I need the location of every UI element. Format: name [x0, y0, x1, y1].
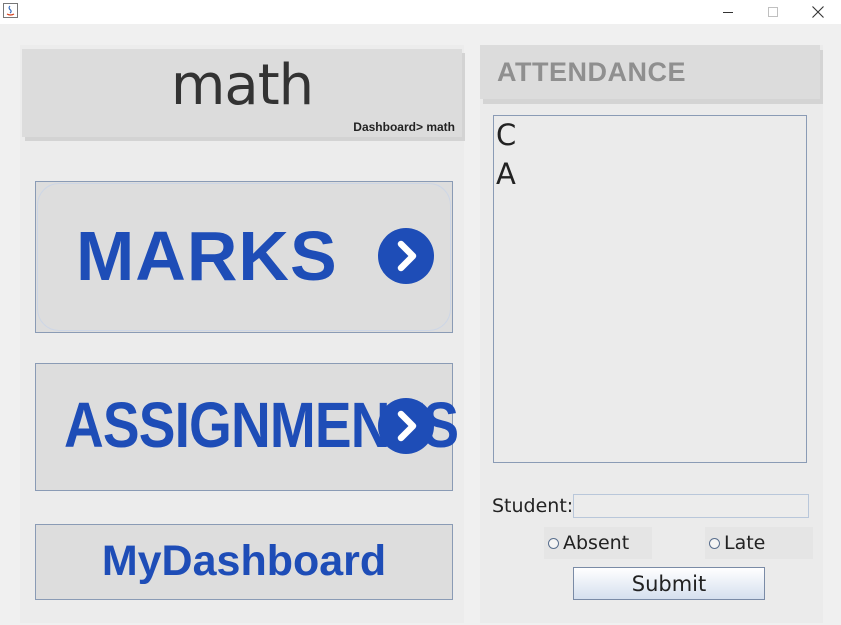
radio-circle-icon: [709, 537, 720, 549]
chevron-right-icon: [378, 228, 434, 284]
marks-button-label: MARKS: [76, 217, 338, 295]
late-radio[interactable]: Late: [705, 527, 813, 559]
assignments-button[interactable]: ASSIGNMENTS: [35, 363, 459, 491]
marks-button[interactable]: MARKS: [35, 181, 453, 333]
course-header: math Dashboard> math: [22, 49, 462, 137]
java-app-icon: [3, 3, 18, 18]
page-title: math: [170, 53, 314, 118]
course-panel: math Dashboard> math MARKS ASSIGNMENTS M…: [20, 45, 464, 623]
attendance-header: ATTENDANCE: [480, 45, 820, 99]
list-item[interactable]: A: [496, 157, 516, 191]
my-dashboard-button[interactable]: MyDashboard: [35, 524, 453, 600]
close-icon: [812, 6, 824, 18]
late-label: Late: [724, 532, 766, 554]
list-item[interactable]: C: [496, 118, 516, 152]
my-dashboard-button-label: MyDashboard: [101, 537, 387, 585]
close-button[interactable]: [795, 0, 841, 24]
absent-radio[interactable]: Absent: [544, 527, 652, 559]
attendance-title: ATTENDANCE: [497, 57, 686, 87]
submit-button[interactable]: Submit: [573, 567, 765, 600]
minimize-icon: [722, 11, 733, 13]
minimize-button[interactable]: [705, 0, 751, 24]
breadcrumb: Dashboard> math: [353, 120, 455, 134]
student-label: Student:: [492, 495, 574, 517]
absent-label: Absent: [563, 532, 630, 554]
maximize-button[interactable]: [750, 0, 796, 24]
student-input[interactable]: [573, 494, 809, 518]
title-bar: [0, 0, 841, 24]
window-content: math Dashboard> math MARKS ASSIGNMENTS M…: [0, 24, 841, 625]
student-list[interactable]: C A: [493, 115, 807, 463]
attendance-panel: ATTENDANCE C A Student: Absent Late Subm…: [480, 45, 823, 623]
radio-circle-icon: [548, 537, 559, 549]
chevron-right-icon: [378, 398, 434, 454]
maximize-icon: [767, 6, 778, 17]
